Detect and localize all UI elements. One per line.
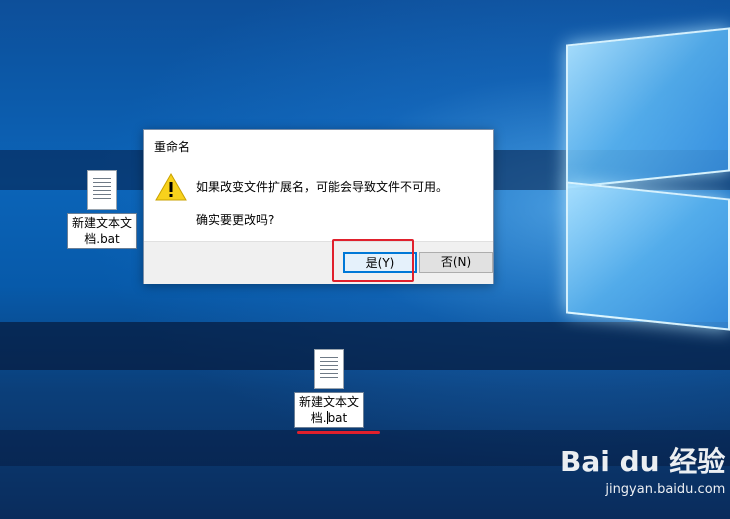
rename-text-extension: bat bbox=[327, 411, 348, 425]
rename-text-line1: 新建文本文 bbox=[298, 395, 359, 409]
desktop-file-icon-renaming[interactable]: 新建文本文 档.bat bbox=[294, 349, 364, 428]
windows-logo-pane bbox=[566, 27, 730, 189]
desktop-file-label: 新建文本文档.bat bbox=[67, 213, 137, 249]
dialog-question: 确实要更改吗? bbox=[196, 213, 275, 227]
desktop-file-icon[interactable]: 新建文本文档.bat bbox=[67, 170, 137, 249]
baidu-logo: Bai du 经验 bbox=[560, 445, 726, 478]
rename-textbox[interactable]: 新建文本文 档.bat bbox=[294, 392, 364, 428]
baidu-jingyan-watermark: Bai du 经验 jingyan.baidu.com bbox=[560, 440, 725, 497]
warning-icon bbox=[155, 172, 187, 201]
wallpaper-band bbox=[0, 322, 730, 370]
rename-text-line2: 档.bat bbox=[297, 410, 361, 426]
dialog-button-bar: 是(Y) 否(N) bbox=[144, 241, 493, 284]
text-file-icon bbox=[314, 349, 344, 389]
dialog-title: 重命名 bbox=[154, 140, 191, 154]
text-file-icon bbox=[87, 170, 117, 210]
dialog-message: 如果改变文件扩展名，可能会导致文件不可用。 bbox=[196, 180, 449, 194]
windows-logo-pane bbox=[566, 181, 730, 331]
filename-underline-annotation bbox=[297, 431, 380, 434]
watermark-url: jingyan.baidu.com bbox=[605, 482, 726, 497]
no-button[interactable]: 否(N) bbox=[419, 252, 493, 273]
rename-dialog: 重命名 如果改变文件扩展名，可能会导致文件不可用。 确实要更改吗? 是(Y) 否… bbox=[143, 129, 494, 284]
rename-text-stem: 档. bbox=[310, 411, 327, 425]
yes-button-highlight-annotation bbox=[332, 239, 414, 282]
text-caret bbox=[326, 411, 328, 424]
